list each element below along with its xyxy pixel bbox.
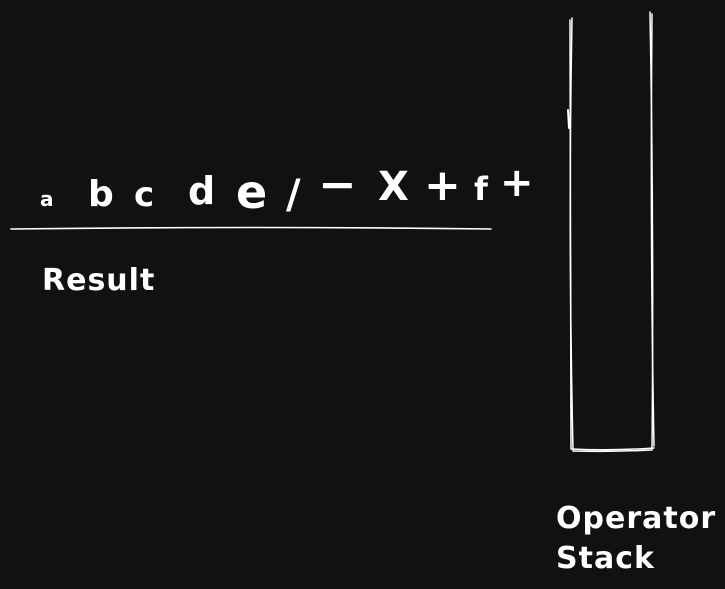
token-plus-1: + (424, 160, 462, 211)
result-label: Result (42, 263, 155, 298)
token-a: a (40, 187, 55, 211)
token-c: c (134, 175, 155, 215)
token-divide: / (286, 172, 302, 218)
result-underline (10, 226, 492, 230)
token-minus: − (318, 157, 358, 211)
token-plus-2: + (500, 160, 535, 206)
diagram-canvas: a b c d e / − X + f + Result Operator St… (0, 0, 725, 589)
token-times: X (378, 164, 410, 210)
operator-stack (567, 11, 655, 453)
operator-stack-label-line2: Stack (556, 541, 655, 576)
token-e: e (236, 165, 268, 219)
token-d: d (188, 169, 216, 213)
token-f: f (474, 170, 489, 208)
token-b: b (88, 174, 115, 215)
operator-stack-label-line1: Operator (556, 501, 716, 536)
result-expression: a b c d e / − X + f + (40, 157, 535, 219)
sketch-svg: a b c d e / − X + f + Result Operator St… (10, 11, 716, 576)
